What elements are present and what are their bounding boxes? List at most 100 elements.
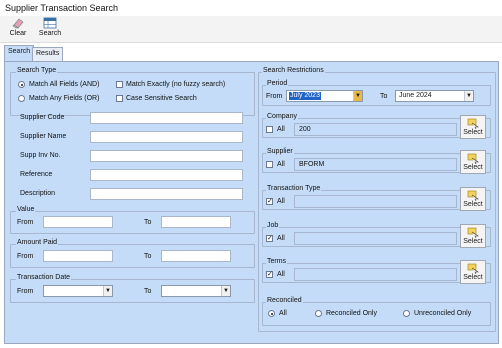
transaction-date-to-picker[interactable]: ▼ [161,285,231,297]
supplier-name-label: Supplier Name [20,133,67,140]
job-select-button[interactable]: Select [460,224,486,248]
tab-strip: Search Results [0,45,502,61]
match-any-label: Match Any Fields (OR) [29,95,100,102]
dropdown-arrow-icon[interactable]: ▼ [103,286,112,296]
transaction-type-all-label: All [277,198,285,205]
supp-inv-no-input[interactable] [90,150,243,162]
dropdown-arrow-icon[interactable]: ▼ [353,91,362,101]
unreconciled-only-radio[interactable] [403,310,410,317]
period-from-label: From [266,93,283,100]
transaction-date-from-label: From [17,288,34,295]
reconciled-all-radio[interactable] [268,310,275,317]
supp-inv-no-label: Supp Inv No. [20,152,61,159]
match-exactly-label: Match Exactly (no fuzzy search) [126,81,226,88]
transaction-type-value-box [294,195,457,208]
supplier-name-input[interactable] [90,131,243,143]
period-from-select[interactable]: July 2023 ▼ [286,90,363,102]
period-to-label: To [380,93,388,100]
supplier-value: BFORM [299,161,325,168]
case-sensitive-checkbox[interactable] [116,95,123,102]
supplier-value-box: BFORM [294,158,457,171]
search-grid-icon [36,17,64,29]
supplier-code-label: Supplier Code [20,114,65,121]
period-to-select[interactable]: June 2024 ▼ [395,90,474,102]
period-to-value: June 2024 [399,92,432,99]
clear-button[interactable]: Clear [6,17,30,42]
search-restrictions-legend: Search Restrictions [262,67,325,75]
reconciled-only-label: Reconciled Only [326,310,377,317]
match-any-radio[interactable] [18,95,25,102]
company-legend: Company [266,113,298,121]
company-select-button[interactable]: Select [460,115,486,139]
dropdown-arrow-icon[interactable]: ▼ [221,286,230,296]
reference-label: Reference [20,171,53,178]
match-exactly-checkbox[interactable] [116,81,123,88]
company-all-label: All [277,126,285,133]
reference-input[interactable] [90,169,243,181]
tab-results[interactable]: Results [32,47,64,61]
value-to-input[interactable] [161,216,231,228]
match-all-radio[interactable] [18,81,25,88]
period-legend: Period [266,80,289,88]
amount-paid-legend: Amount Paid [16,239,59,247]
supplier-select-button[interactable]: Select [460,150,486,174]
search-type-legend: Search Type [16,67,58,75]
search-button[interactable]: Search [36,17,64,42]
value-legend: Value [16,206,36,214]
company-select-label: Select [463,129,483,136]
terms-all-label: All [277,271,285,278]
reconciled-all-label: All [279,310,287,317]
search-button-label: Search [38,30,62,37]
value-to-label: To [144,219,152,226]
terms-all-checkbox[interactable]: ✓ [266,271,273,278]
select-hand-icon [467,263,479,274]
case-sensitive-label: Case Sensitive Search [126,95,197,102]
transaction-date-legend: Transaction Date [16,274,72,282]
search-panel: Search Type Match All Fields (AND) Match… [4,61,499,344]
company-value-box: 200 [294,123,457,136]
company-value: 200 [299,126,311,133]
job-select-label: Select [463,238,483,245]
terms-select-label: Select [463,274,483,281]
toolbar: Clear Search [0,16,502,43]
terms-legend: Terms [266,258,288,266]
transaction-date-from-picker[interactable]: ▼ [43,285,113,297]
supplier-all-checkbox[interactable] [266,161,273,168]
window-title: Supplier Transaction Search [5,3,119,13]
clear-button-label: Clear [9,30,27,37]
amount-paid-to-input[interactable] [161,250,231,262]
eraser-icon [6,17,30,29]
transaction-type-select-button[interactable]: Select [460,187,486,211]
select-hand-icon [467,190,479,201]
reconciled-only-radio[interactable] [315,310,322,317]
transaction-type-legend: Transaction Type [266,185,322,193]
value-from-input[interactable] [43,216,113,228]
transaction-type-all-checkbox[interactable]: ✓ [266,198,273,205]
select-hand-icon [467,153,479,164]
description-label: Description [20,190,56,197]
job-all-checkbox[interactable]: ✓ [266,235,273,242]
amount-paid-from-input[interactable] [43,250,113,262]
amount-paid-to-label: To [144,253,152,260]
unreconciled-only-label: Unreconciled Only [414,310,472,317]
supplier-legend: Supplier [266,148,294,156]
match-all-label: Match All Fields (AND) [29,81,100,88]
description-input[interactable] [90,188,243,200]
value-from-label: From [17,219,34,226]
company-all-checkbox[interactable] [266,126,273,133]
supplier-code-input[interactable] [90,112,243,124]
job-legend: Job [266,222,280,230]
job-all-label: All [277,235,285,242]
supplier-select-label: Select [463,164,483,171]
terms-select-button[interactable]: Select [460,260,486,284]
transaction-type-select-label: Select [463,201,483,208]
select-hand-icon [467,118,479,129]
transaction-date-to-label: To [144,288,152,295]
job-value-box [294,232,457,245]
terms-value-box [294,268,457,281]
supplier-all-label: All [277,161,285,168]
amount-paid-from-label: From [17,253,34,260]
tab-search[interactable]: Search [4,45,35,61]
period-from-value: July 2023 [289,92,321,100]
dropdown-arrow-icon[interactable]: ▼ [464,91,473,101]
